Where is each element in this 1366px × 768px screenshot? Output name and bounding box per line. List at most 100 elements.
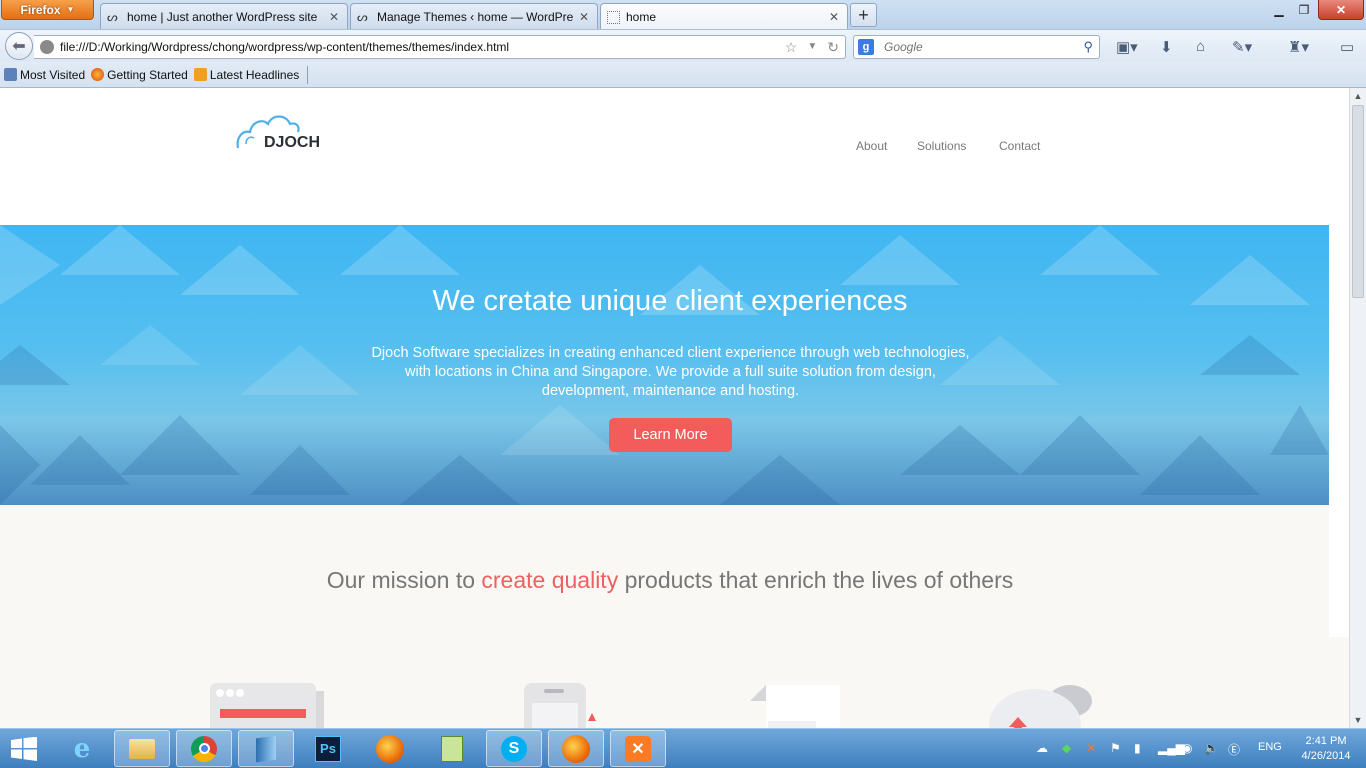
chevron-down-icon: ▼: [66, 5, 75, 14]
learn-more-button[interactable]: Learn More: [609, 418, 732, 452]
most-visited-icon: [4, 68, 17, 81]
taskbar-firefox-active[interactable]: [548, 730, 604, 767]
star-bookmark-icon[interactable]: ☆: [785, 39, 798, 56]
taskbar-photoshop[interactable]: Ps: [300, 730, 356, 767]
download-icon[interactable]: ⬇: [1160, 38, 1173, 56]
book-icon: [256, 735, 276, 762]
menu-panel-icon[interactable]: ▭: [1340, 38, 1354, 56]
bookmarks-menu-icon[interactable]: ▣▾: [1116, 38, 1138, 56]
mission-highlight: create quality: [481, 567, 619, 593]
url-text: file:///D:/Working/Wordpress/chong/wordp…: [60, 40, 510, 54]
language-indicator[interactable]: ENG: [1258, 741, 1282, 753]
mission-section: Our mission to create quality products t…: [0, 505, 1349, 728]
page-scrollbar[interactable]: ▲ ▼: [1349, 88, 1366, 728]
search-input[interactable]: [884, 40, 1074, 54]
tab-manage-themes[interactable]: ᔕ Manage Themes ‹ home — WordPress ✕: [350, 3, 598, 29]
scroll-down-arrow-icon[interactable]: ▼: [1350, 712, 1366, 728]
taskbar-xampp[interactable]: ✕: [610, 730, 666, 767]
taskbar-chrome[interactable]: [176, 730, 232, 767]
system-clock[interactable]: 2:41 PM 4/26/2014: [1296, 734, 1356, 764]
blank-page-icon: [607, 10, 620, 24]
clock-time: 2:41 PM: [1305, 735, 1347, 747]
network-signal-icon[interactable]: ▂▄▆: [1158, 741, 1185, 755]
xampp-tray-icon[interactable]: ✕: [1086, 741, 1096, 755]
firefox-icon: [562, 734, 590, 763]
nav-contact[interactable]: Contact: [999, 139, 1040, 153]
taskbar-internet-explorer[interactable]: e: [54, 730, 110, 767]
hero-title: We cretate unique client experiences: [432, 285, 908, 317]
internet-explorer-icon: e: [73, 733, 91, 764]
logo-text[interactable]: DJOCH: [264, 134, 320, 152]
back-button[interactable]: ⬅: [5, 32, 33, 60]
clock-date: 4/26/2014: [1301, 750, 1351, 762]
close-window-button[interactable]: ✕: [1318, 0, 1364, 20]
page-viewport: DJOCH About Solutions Contact We cretate…: [0, 88, 1349, 728]
rss-icon: [193, 68, 207, 81]
close-icon[interactable]: ✕: [579, 10, 589, 24]
nav-about[interactable]: About: [856, 139, 887, 153]
globe-icon: [40, 40, 54, 54]
hero-description: Djoch Software specializes in creating e…: [371, 345, 970, 399]
bookmarks-separator: [307, 65, 309, 84]
bookmark-label: Most Visited: [20, 67, 86, 82]
search-bar[interactable]: g ⚲: [853, 35, 1100, 59]
tab-label: home | Just another WordPress site: [127, 9, 318, 24]
hero-section: We cretate unique client experiences Djo…: [0, 225, 1329, 505]
mobile-device-icon: [524, 683, 596, 728]
minimize-button[interactable]: ▁: [1268, 0, 1290, 20]
windows-taskbar: e Ps S ✕ ☁ ◆ ✕ ⚑ ▮ ▂▄▆ ◉ 🔈 Ⓔ ENG 2:41 PM…: [0, 728, 1366, 768]
skype-icon: S: [501, 735, 527, 762]
windows-start-icon[interactable]: [10, 737, 38, 761]
restore-button[interactable]: ❐: [1293, 0, 1315, 20]
folder-icon: [129, 738, 155, 759]
tab-wordpress-home[interactable]: ᔕ home | Just another WordPress site ✕: [100, 3, 348, 29]
taskbar-app-book[interactable]: [238, 730, 294, 767]
xampp-icon: ✕: [625, 735, 651, 762]
wordpress-icon: ᔕ: [107, 9, 118, 24]
taskbar-skype[interactable]: S: [486, 730, 542, 767]
tab-label: home: [626, 10, 657, 24]
bookmark-getting-started[interactable]: Getting Started: [91, 68, 188, 82]
scroll-up-arrow-icon[interactable]: ▲: [1350, 88, 1366, 104]
onedrive-icon[interactable]: ☁: [1036, 741, 1048, 755]
hat-icon[interactable]: ♜▾: [1288, 38, 1309, 56]
navigation-toolbar: ⬅ file:///D:/Working/Wordpress/chong/wor…: [0, 29, 1366, 62]
input-method-icon[interactable]: Ⓔ: [1228, 741, 1240, 758]
url-bar[interactable]: file:///D:/Working/Wordpress/chong/wordp…: [34, 35, 846, 59]
firefox-menu-button[interactable]: Firefox ▼: [1, 0, 94, 20]
taskbar-file-explorer[interactable]: [114, 730, 170, 767]
history-dropdown-icon[interactable]: ▼: [807, 39, 817, 56]
wordpress-icon: ᔕ: [357, 9, 368, 24]
mission-title: Our mission to create quality products t…: [0, 567, 1340, 594]
document-icon: [750, 685, 840, 728]
taskbar-notepadpp[interactable]: [424, 730, 480, 767]
security-icon[interactable]: ◆: [1062, 741, 1071, 755]
scrollbar-thumb[interactable]: [1352, 105, 1364, 298]
action-center-flag-icon[interactable]: ⚑: [1110, 741, 1121, 755]
tab-label: Manage Themes ‹ home — WordPress: [377, 9, 573, 24]
taskbar-firefox[interactable]: [362, 730, 418, 767]
home-icon[interactable]: ⌂: [1196, 38, 1205, 55]
bookmark-latest-headlines[interactable]: Latest Headlines: [193, 67, 300, 82]
firefox-menu-label: Firefox: [20, 2, 61, 17]
nav-solutions[interactable]: Solutions: [917, 139, 966, 153]
notepad-icon: [441, 735, 463, 762]
bookmark-label: Latest Headlines: [209, 67, 300, 82]
power-icon[interactable]: ▮: [1134, 741, 1141, 755]
back-arrow-icon: ⬅: [12, 38, 26, 55]
site-header: DJOCH About Solutions Contact: [0, 88, 1349, 225]
search-icon[interactable]: ⚲: [1083, 39, 1093, 55]
chrome-icon: [191, 735, 217, 762]
chrome-tray-icon[interactable]: ◉: [1182, 741, 1192, 755]
close-icon[interactable]: ✕: [829, 10, 839, 24]
tab-home-active[interactable]: home ✕: [600, 3, 848, 30]
addon-icon[interactable]: ✎▾: [1232, 38, 1252, 56]
bookmark-most-visited[interactable]: Most Visited: [4, 68, 85, 82]
close-icon[interactable]: ✕: [329, 10, 339, 24]
firefox-icon: [376, 734, 404, 763]
volume-icon[interactable]: 🔈: [1204, 741, 1219, 755]
google-icon[interactable]: g: [858, 39, 874, 55]
new-tab-button[interactable]: +: [850, 3, 877, 27]
browser-window-icon: [210, 683, 324, 728]
reload-icon[interactable]: ↻: [827, 39, 839, 56]
